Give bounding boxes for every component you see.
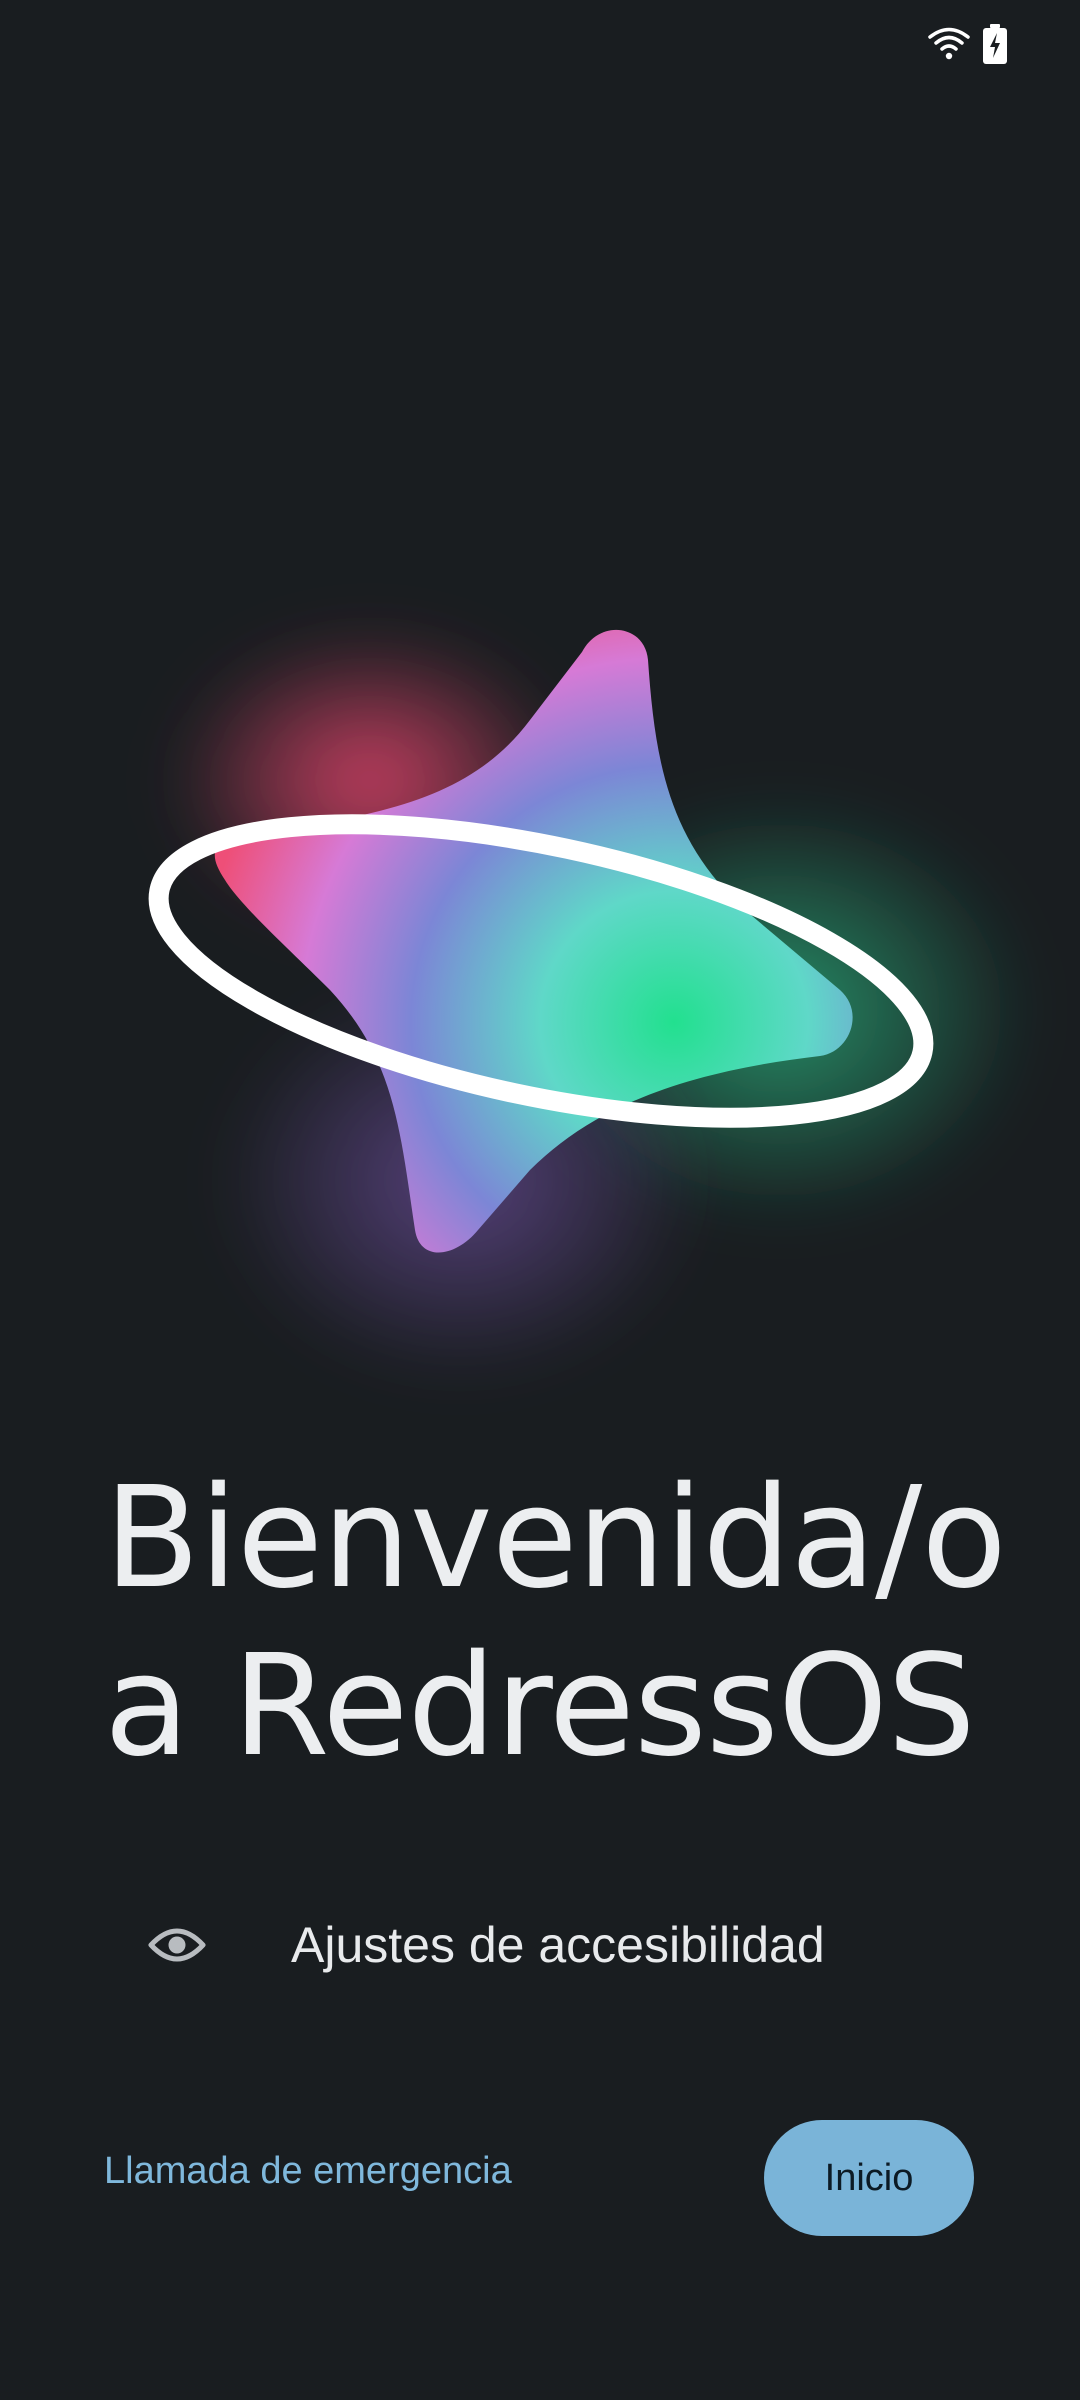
hero-logo (148, 629, 1030, 1380)
battery-charging-icon (983, 24, 1007, 64)
accessibility-settings-label: Ajustes de accesibilidad (291, 1917, 825, 1973)
status-bar (0, 0, 1080, 90)
welcome-title-line1: Bienvenida/o (104, 1457, 1007, 1620)
eye-icon (148, 1928, 206, 1962)
start-button[interactable]: Inicio (764, 2120, 974, 2236)
wifi-icon (928, 27, 970, 60)
emergency-call-link[interactable]: Llamada de emergencia (104, 2150, 512, 2193)
welcome-title-line2: a RedressOS (104, 1625, 976, 1788)
accessibility-settings-button[interactable]: Ajustes de accesibilidad (130, 1900, 950, 1990)
welcome-title: Bienvenida/o a RedressOS (104, 1455, 1007, 1791)
